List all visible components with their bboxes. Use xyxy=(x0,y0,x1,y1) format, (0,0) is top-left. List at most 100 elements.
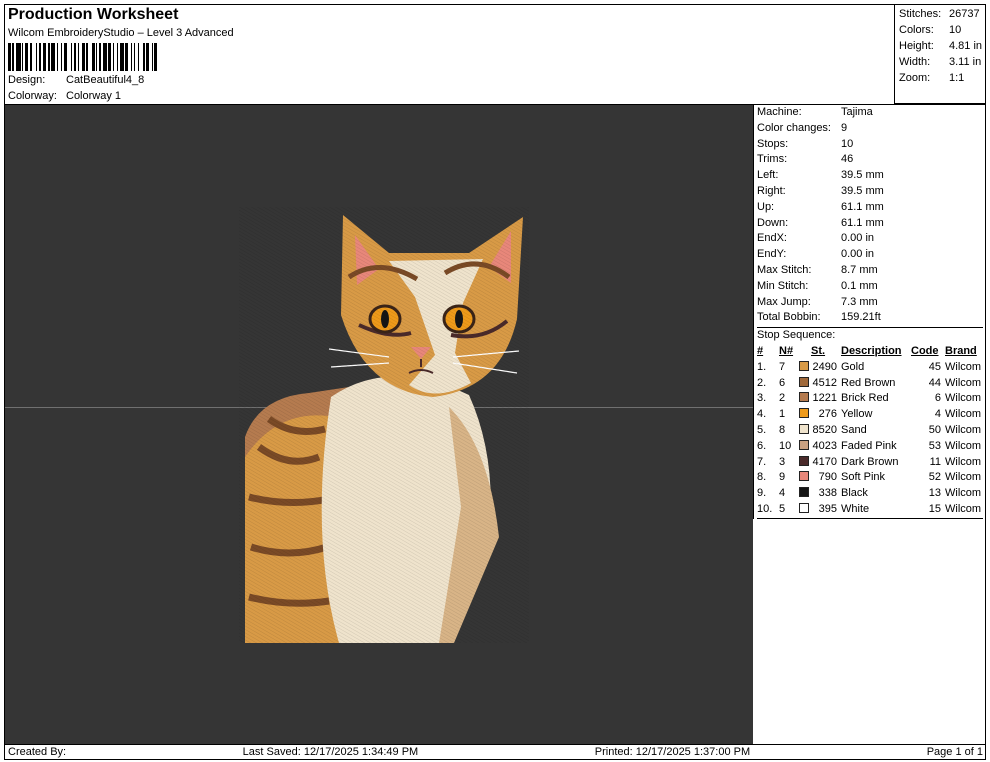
design-canvas[interactable] xyxy=(5,104,753,744)
row-stitches: 790 xyxy=(818,471,837,484)
printed-date: Printed: 12/17/2025 1:37:00 PM xyxy=(594,746,751,758)
row-needle: 3 xyxy=(779,455,786,468)
stat-row: Width: 3.11 in xyxy=(899,56,982,68)
row-description: Sand xyxy=(841,423,867,436)
col-needle: N# xyxy=(779,344,794,357)
row-needle: 9 xyxy=(779,471,786,484)
design-label: Design: xyxy=(8,74,46,86)
table-row: 3. 2 1221 Brick Red 6 Wilcom xyxy=(757,391,983,407)
info-row: EndX: 0.00 in xyxy=(757,232,875,245)
row-stitches: 4512 xyxy=(812,376,837,389)
row-brand: Wilcom xyxy=(945,502,982,515)
cat-embroidery-image xyxy=(239,207,529,643)
row-needle: 5 xyxy=(779,502,786,515)
col-brand: Brand xyxy=(945,344,977,357)
stop-sequence-title: Stop Sequence: xyxy=(757,327,983,344)
row-index: 3. xyxy=(757,392,767,405)
color-swatch-chip xyxy=(799,471,809,482)
row-description: Soft Pink xyxy=(841,471,886,484)
table-row: 6. 10 4023 Faded Pink 53 Wilcom xyxy=(757,439,983,455)
row-description: Black xyxy=(841,487,868,500)
row-index: 8. xyxy=(757,471,767,484)
row-code: 15 xyxy=(928,502,941,515)
table-row: 2. 6 4512 Red Brown 44 Wilcom xyxy=(757,376,983,392)
row-description: Faded Pink xyxy=(841,439,897,452)
design-name: CatBeautiful4_8 xyxy=(66,74,145,86)
info-row: Up: 61.1 mm xyxy=(757,200,884,213)
info-row: Down: 61.1 mm xyxy=(757,216,884,229)
page-title: Production Worksheet xyxy=(8,6,179,23)
row-needle: 2 xyxy=(779,392,786,405)
row-needle: 6 xyxy=(779,376,786,389)
row-code: 44 xyxy=(928,376,941,389)
color-swatch xyxy=(799,391,811,407)
color-swatch xyxy=(799,423,811,439)
row-needle: 1 xyxy=(779,408,786,421)
col-swatch xyxy=(799,344,811,360)
color-swatch-chip xyxy=(799,423,809,434)
color-swatch-chip xyxy=(799,439,809,450)
info-row: Color changes: 9 xyxy=(757,121,848,134)
row-brand: Wilcom xyxy=(945,439,982,452)
table-row: 5. 8 8520 Sand 50 Wilcom xyxy=(757,423,983,439)
row-stitches: 276 xyxy=(818,408,837,421)
table-row: 8. 9 790 Soft Pink 52 Wilcom xyxy=(757,470,983,486)
info-row: Max Jump: 7.3 mm xyxy=(757,295,878,308)
row-code: 45 xyxy=(928,360,941,373)
row-index: 6. xyxy=(757,439,767,452)
barcode-bar xyxy=(157,43,159,71)
info-row: Left: 39.5 mm xyxy=(757,169,884,182)
info-row: Right: 39.5 mm xyxy=(757,184,884,197)
row-brand: Wilcom xyxy=(945,392,982,405)
row-brand: Wilcom xyxy=(945,487,982,500)
info-row: EndY: 0.00 in xyxy=(757,248,875,261)
col-stitches: St. xyxy=(811,344,826,357)
row-code: 6 xyxy=(934,392,941,405)
col-index: # xyxy=(757,344,764,357)
row-description: Dark Brown xyxy=(841,455,899,468)
page-number: Page 1 of 1 xyxy=(926,746,983,758)
color-swatch-chip xyxy=(799,360,809,371)
info-row: Stops: 10 xyxy=(757,137,854,150)
row-description: Red Brown xyxy=(841,376,896,389)
color-swatch-chip xyxy=(799,487,809,498)
color-swatch-chip xyxy=(799,455,809,466)
color-swatch xyxy=(799,502,811,518)
info-row: Trims: 46 xyxy=(757,153,854,166)
color-swatch xyxy=(799,376,811,392)
row-code: 11 xyxy=(929,455,941,468)
stat-row: Zoom: 1:1 xyxy=(899,72,965,84)
color-swatch-chip xyxy=(799,408,809,419)
row-index: 7. xyxy=(757,455,767,468)
color-swatch xyxy=(799,439,811,455)
stop-sequence-table: # N# St. Description Code Brand 1. 7 2490 G… xyxy=(757,344,983,519)
colorway-name: Colorway 1 xyxy=(66,90,122,102)
row-brand: Wilcom xyxy=(945,360,982,373)
row-code: 52 xyxy=(928,471,941,484)
color-swatch xyxy=(799,470,811,486)
color-swatch xyxy=(799,407,811,423)
row-brand: Wilcom xyxy=(945,408,982,421)
row-stitches: 4170 xyxy=(812,455,837,468)
row-stitches: 8520 xyxy=(812,423,837,436)
color-swatch xyxy=(799,455,811,471)
header: Production Worksheet Wilcom EmbroiderySt… xyxy=(8,6,234,71)
row-brand: Wilcom xyxy=(945,471,982,484)
table-row: 9. 4 338 Black 13 Wilcom xyxy=(757,486,983,502)
info-row: Machine: Tajima xyxy=(757,106,873,118)
design-meta: Design: CatBeautiful4_8 Colorway: Colorway… xyxy=(8,72,144,104)
info-row: Min Stitch: 0.1 mm xyxy=(757,279,878,292)
row-index: 1. xyxy=(757,360,767,373)
row-brand: Wilcom xyxy=(945,376,982,389)
table-row: 10. 5 395 White 15 Wilcom xyxy=(757,502,983,518)
row-stitches: 338 xyxy=(818,487,837,500)
col-description: Description xyxy=(841,344,902,357)
info-row: Total Bobbin: 159.21ft xyxy=(757,311,881,324)
row-code: 50 xyxy=(928,423,941,436)
colorway-label: Colorway: xyxy=(8,90,57,102)
table-header-row: # N# St. Description Code Brand xyxy=(757,344,983,360)
row-needle: 8 xyxy=(779,423,786,436)
stat-row: Stitches: 26737 xyxy=(899,8,980,20)
row-code: 4 xyxy=(934,408,941,421)
stats-box: Stitches: 26737 Colors: 10 Height: 4.81 in … xyxy=(894,4,986,104)
